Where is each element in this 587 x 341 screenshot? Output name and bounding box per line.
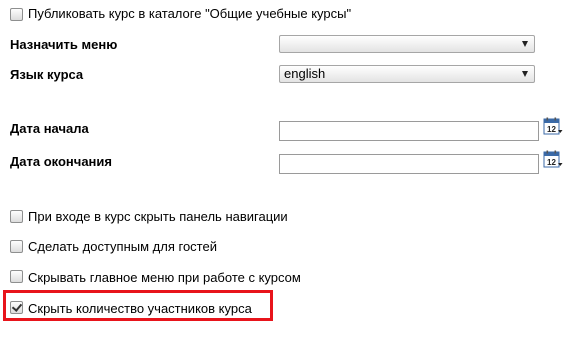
end-date-label: Дата окончания [10,154,112,169]
calendar-day-text: 12 [547,158,556,167]
guest-access-checkbox[interactable] [10,240,23,253]
hide-main-menu-checkbox[interactable] [10,270,23,283]
chevron-down-icon [522,71,528,77]
catalog-publish-label: Публиковать курс в каталоге "Общие учебн… [28,6,352,21]
language-select-value: english [284,66,326,81]
guest-access-label: Сделать доступным для гостей [28,239,217,254]
start-date-label: Дата начала [10,121,89,136]
language-select[interactable]: english [279,65,535,83]
chevron-down-icon [522,41,528,47]
menu-select[interactable] [279,35,535,53]
catalog-publish-checkbox[interactable] [10,8,23,21]
hide-main-menu-label: Скрывать главное меню при работе с курсо… [28,270,301,285]
start-date-input[interactable] [279,121,539,141]
hide-navigation-label: При входе в курс скрыть панель навигации [28,209,288,224]
end-date-input[interactable] [279,154,539,174]
menu-label: Назначить меню [10,37,118,52]
language-label: Язык курса [10,67,84,82]
calendar-icon[interactable]: 12 [543,117,563,137]
highlight-box [3,290,273,321]
hide-navigation-checkbox[interactable] [10,210,23,223]
calendar-icon[interactable]: 12 [543,150,563,170]
calendar-day-text: 12 [547,125,556,134]
